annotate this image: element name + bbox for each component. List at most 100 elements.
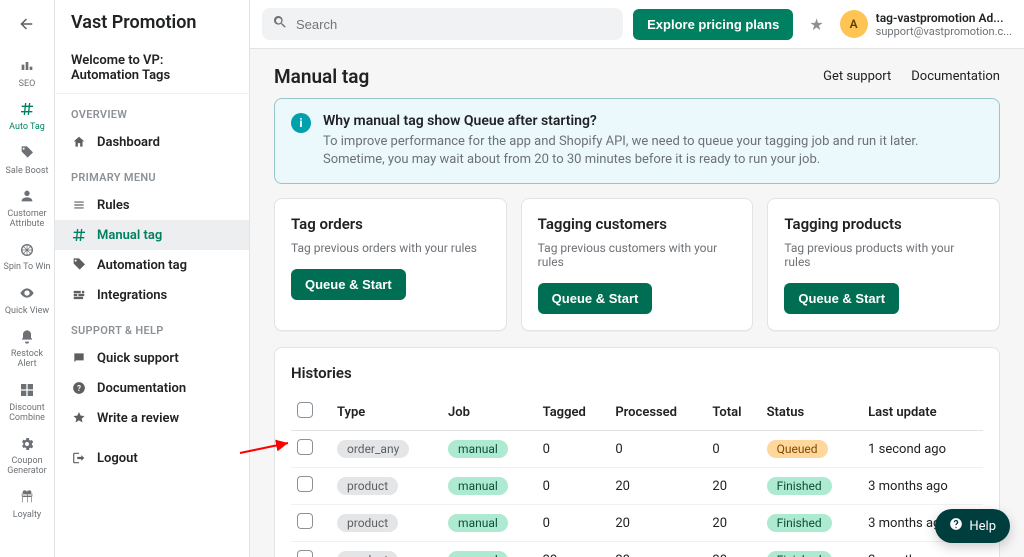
rail-item-seo[interactable]: SEO bbox=[0, 52, 54, 95]
card-desc: Tag previous products with your rules bbox=[784, 241, 983, 269]
sidebar-item-label: Manual tag bbox=[97, 228, 162, 243]
cell-last-update: 3 months ago bbox=[862, 468, 983, 505]
rail-item-label: Restock Alert bbox=[0, 350, 54, 370]
sidebar-item-label: Automation tag bbox=[97, 258, 187, 273]
sidebar-item-automation-tag[interactable]: Automation tag bbox=[55, 250, 249, 280]
bars-icon bbox=[19, 58, 35, 78]
rail-item-quick-view[interactable]: Quick View bbox=[0, 279, 54, 322]
sidebar-item-manual-tag[interactable]: Manual tag bbox=[55, 220, 249, 250]
queue-start-button[interactable]: Queue & Start bbox=[538, 283, 653, 314]
rail-item-loyalty[interactable]: Loyalty bbox=[0, 483, 54, 526]
rail-item-customer-attribute[interactable]: Customer Attribute bbox=[0, 182, 54, 235]
sidebar-item-quick-support[interactable]: Quick support bbox=[55, 343, 249, 373]
cell-tagged: 0 bbox=[537, 505, 610, 542]
rail-item-sale-boost[interactable]: Sale Boost bbox=[0, 139, 54, 182]
rail-item-label: Spin To Win bbox=[1, 263, 52, 273]
rail-item-label: Coupon Generator bbox=[0, 457, 54, 477]
sidebar-item-logout[interactable]: Logout bbox=[55, 443, 249, 473]
row-checkbox[interactable] bbox=[297, 513, 313, 529]
action-cards: Tag ordersTag previous orders with your … bbox=[274, 198, 1000, 331]
favorite-button[interactable]: ★ bbox=[803, 15, 829, 34]
queue-start-button[interactable]: Queue & Start bbox=[291, 269, 406, 300]
documentation-link[interactable]: Documentation bbox=[911, 69, 1000, 84]
queue-start-button[interactable]: Queue & Start bbox=[784, 283, 899, 314]
question-icon: ? bbox=[71, 380, 87, 396]
card-desc: Tag previous customers with your rules bbox=[538, 241, 737, 269]
cell-tagged: 0 bbox=[537, 468, 610, 505]
search-icon bbox=[272, 14, 288, 34]
rail-item-coupon-generator[interactable]: Coupon Generator bbox=[0, 430, 54, 483]
rail-item-label: Customer Attribute bbox=[0, 210, 54, 230]
list-icon bbox=[71, 197, 87, 213]
status-pill: Queued bbox=[767, 440, 828, 458]
cell-processed: 20 bbox=[609, 468, 706, 505]
wheel-icon bbox=[19, 242, 35, 262]
rail-item-label: Sale Boost bbox=[4, 167, 51, 177]
help-label: Help bbox=[969, 519, 996, 534]
sidebar-item-label: Documentation bbox=[97, 381, 186, 396]
histories-panel: Histories Type Job Tagged Processed Tota… bbox=[274, 347, 1000, 557]
col-tagged: Tagged bbox=[537, 394, 610, 431]
back-arrow-icon bbox=[18, 15, 36, 37]
page-header-links: Get support Documentation bbox=[823, 69, 1000, 84]
sliders-icon bbox=[71, 287, 87, 303]
status-pill: Finished bbox=[767, 477, 832, 495]
eye-icon bbox=[19, 285, 35, 305]
cell-processed: 0 bbox=[609, 431, 706, 468]
sidebar-item-label: Write a review bbox=[97, 411, 179, 426]
tag-icon bbox=[71, 257, 87, 273]
rail-item-spin-to-win[interactable]: Spin To Win bbox=[0, 236, 54, 279]
select-all-checkbox[interactable] bbox=[297, 402, 313, 418]
job-pill: manual bbox=[448, 551, 508, 557]
user-menu[interactable]: A tag-vastpromotion Ad... support@vastpr… bbox=[840, 10, 1012, 38]
gear-icon bbox=[19, 436, 35, 456]
card-tagging-customers: Tagging customersTag previous customers … bbox=[521, 198, 754, 331]
hash-icon bbox=[19, 101, 35, 121]
info-icon: i bbox=[291, 113, 311, 133]
sidebar-item-rules[interactable]: Rules bbox=[55, 190, 249, 220]
hash-icon bbox=[71, 227, 87, 243]
cell-tagged: 0 bbox=[537, 431, 610, 468]
app-rail: SEOAuto Tag Sale Boost Customer Attribute S… bbox=[0, 0, 55, 557]
row-checkbox[interactable] bbox=[297, 550, 313, 557]
histories-table: Type Job Tagged Processed Total Status L… bbox=[291, 394, 983, 557]
job-pill: manual bbox=[448, 440, 508, 458]
sidebar-item-label: Dashboard bbox=[97, 135, 160, 150]
row-checkbox[interactable] bbox=[297, 476, 313, 492]
sidebar-item-integrations[interactable]: Integrations bbox=[55, 280, 249, 310]
main-column: Explore pricing plans ★ A tag-vastpromot… bbox=[250, 0, 1024, 557]
search-field[interactable] bbox=[262, 8, 623, 40]
brand-title: Vast Promotion bbox=[55, 0, 249, 43]
get-support-link[interactable]: Get support bbox=[823, 69, 891, 84]
sidebar-section-heading: SUPPORT & HELP bbox=[55, 310, 249, 343]
type-pill: product bbox=[337, 551, 398, 557]
col-job: Job bbox=[442, 394, 537, 431]
search-input[interactable] bbox=[296, 17, 613, 32]
table-row: productmanual202020Finished3 months ago bbox=[291, 542, 983, 557]
rail-item-discount-combine[interactable]: Discount Combine bbox=[0, 376, 54, 429]
page-content: i Why manual tag show Queue after starti… bbox=[250, 98, 1024, 557]
chat-icon bbox=[71, 350, 87, 366]
sidebar-section-heading: PRIMARY MENU bbox=[55, 157, 249, 190]
col-type: Type bbox=[331, 394, 442, 431]
col-status: Status bbox=[761, 394, 863, 431]
row-checkbox[interactable] bbox=[297, 439, 313, 455]
table-row: productmanual02020Finished3 months ago bbox=[291, 468, 983, 505]
sidebar-item-dashboard[interactable]: Dashboard bbox=[55, 127, 249, 157]
sidebar-item-write-a-review[interactable]: Write a review bbox=[55, 403, 249, 433]
user-email: support@vastpromotion.c... bbox=[876, 25, 1012, 38]
job-pill: manual bbox=[448, 477, 508, 495]
sidebar-item-label: Logout bbox=[97, 451, 138, 466]
sidebar-welcome: Welcome to VP: Automation Tags bbox=[55, 43, 249, 94]
card-title: Tagging products bbox=[784, 215, 983, 233]
rail-item-restock-alert[interactable]: Restock Alert bbox=[0, 323, 54, 376]
rail-item-auto-tag[interactable]: Auto Tag bbox=[0, 95, 54, 138]
star-icon: ★ bbox=[809, 15, 823, 34]
help-fab[interactable]: Help bbox=[935, 509, 1010, 543]
explore-pricing-button[interactable]: Explore pricing plans bbox=[633, 9, 793, 40]
star-icon bbox=[71, 410, 87, 426]
grid-icon bbox=[19, 382, 35, 402]
sidebar-item-documentation[interactable]: ? Documentation bbox=[55, 373, 249, 403]
card-title: Tag orders bbox=[291, 215, 490, 233]
back-button[interactable] bbox=[13, 12, 41, 40]
